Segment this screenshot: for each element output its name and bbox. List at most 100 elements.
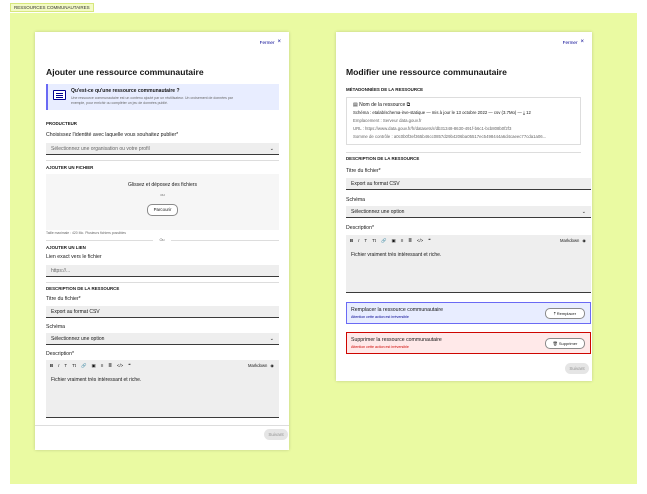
description-editor[interactable]: B I T Tt 🔗 ▣ ≡ ≣ </> ❝ Markdown ◉ Fichie… xyxy=(46,360,279,418)
code-icon[interactable]: </> xyxy=(117,363,123,369)
callout-text-2: exemple, pour enrichir ou compléter un j… xyxy=(71,101,168,105)
eye-icon: ◉ xyxy=(582,238,586,243)
schema-label: Schéma xyxy=(46,324,66,330)
resource-name-text: Nom de la ressource xyxy=(359,102,406,108)
dropzone-or: ou xyxy=(160,193,165,197)
schema-select[interactable]: Sélectionnez une option ⌄ xyxy=(46,333,279,345)
text-size-button[interactable]: Tt xyxy=(372,238,376,244)
producer-section-title: Producteur xyxy=(46,121,77,126)
description-editor[interactable]: B I T Tt 🔗 ▣ ≡ ≣ </> ❝ Markdown ◉ Fichie… xyxy=(346,235,591,293)
markdown-label: Markdown xyxy=(248,363,268,368)
modal-title: Modifier une ressource communautaire xyxy=(346,67,507,77)
delete-button[interactable]: 🗑 Supprimer xyxy=(545,338,585,349)
divider xyxy=(171,240,279,241)
title-label: Titre du fichier* xyxy=(46,296,81,302)
eye-icon: ◉ xyxy=(270,363,274,368)
producer-select-value: Sélectionnez une organisation ou votre p… xyxy=(51,146,150,152)
delete-title: Supprimer la ressource communautaire xyxy=(351,337,442,343)
submit-button[interactable]: Suivant xyxy=(264,429,288,440)
numbered-list-icon[interactable]: ≣ xyxy=(408,238,412,244)
image-icon[interactable]: ▣ xyxy=(91,363,95,369)
file-section-title: Ajouter un fichier xyxy=(46,165,94,170)
markdown-label: Markdown xyxy=(560,238,580,243)
bullet-list-icon[interactable]: ≡ xyxy=(101,363,104,369)
description-text: Fichier vraiment très intéressant et ric… xyxy=(51,377,142,383)
metadata-section-title: Métadonnées de la ressource xyxy=(346,87,424,92)
add-resource-modal: Fermer × Ajouter une ressource communaut… xyxy=(35,32,289,450)
copy-icon[interactable]: ⧉ xyxy=(405,102,411,108)
divider xyxy=(346,152,581,153)
file-dropzone[interactable]: Glissez et déposez des fichiers ou Parco… xyxy=(46,174,279,230)
markdown-toggle[interactable]: Markdown ◉ xyxy=(248,363,274,368)
metadata-box: ▤ Nom de la ressource ⧉ Schéma : etalab/… xyxy=(346,97,581,145)
schema-line: Schéma : etalab/schema-irve-statique — m… xyxy=(353,110,531,115)
close-icon: × xyxy=(277,39,281,45)
bold-button[interactable]: B xyxy=(50,363,53,369)
chevron-down-icon: ⌄ xyxy=(581,209,586,215)
title-label: Titre du fichier* xyxy=(346,168,381,174)
heading-button[interactable]: T xyxy=(364,238,367,244)
replace-panel: Remplacer la ressource communautaire Att… xyxy=(346,302,591,324)
callout-text-1: Une ressource communautaire est un conte… xyxy=(71,96,233,100)
frame-tag: RESSOURCES COMMUNAUTAIRES xyxy=(10,3,94,12)
replace-title: Remplacer la ressource communautaire xyxy=(351,307,443,313)
edit-resource-modal: Fermer × Modifier une ressource communau… xyxy=(336,32,592,381)
close-button[interactable]: Fermer × xyxy=(563,39,584,45)
or-separator: Ou xyxy=(159,238,165,242)
dropzone-title: Glissez et déposez des fichiers xyxy=(128,182,197,188)
markdown-toggle[interactable]: Markdown ◉ xyxy=(560,238,586,243)
checksum-line: Somme de contrôle : a0c0b0f3ef365b46cc08… xyxy=(353,134,547,139)
bold-button[interactable]: B xyxy=(350,238,353,244)
close-button[interactable]: Fermer × xyxy=(260,39,281,45)
producer-label: Choisissez l'identité avec laquelle vous… xyxy=(46,132,179,138)
title-input[interactable]: Export au format CSV xyxy=(346,178,591,190)
modal-title: Ajouter une ressource communautaire xyxy=(46,67,204,77)
italic-button[interactable]: I xyxy=(58,363,59,369)
description-section-title: Description de la ressource xyxy=(46,286,120,291)
delete-warning: Attention cette action est irréversible xyxy=(351,345,409,349)
italic-button[interactable]: I xyxy=(358,238,359,244)
quote-icon[interactable]: ❝ xyxy=(128,363,130,369)
divider xyxy=(46,160,279,161)
description-label: Description* xyxy=(46,351,74,357)
link-icon[interactable]: 🔗 xyxy=(81,363,86,369)
editor-toolbar: B I T Tt 🔗 ▣ ≡ ≣ </> ❝ xyxy=(50,363,131,369)
title-input[interactable]: Export au format CSV xyxy=(46,306,279,318)
submit-button[interactable]: Suivant xyxy=(565,363,589,374)
url-line[interactable]: URL : https://www.data.gouv.fr/fr/datase… xyxy=(353,126,511,131)
link-icon[interactable]: 🔗 xyxy=(381,238,386,244)
divider xyxy=(46,282,279,283)
callout-title: Qu'est-ce qu'une ressource communautaire… xyxy=(71,88,180,94)
bullet-list-icon[interactable]: ≡ xyxy=(401,238,404,244)
code-icon[interactable]: </> xyxy=(417,238,423,244)
heading-button[interactable]: T xyxy=(64,363,67,369)
description-label: Description* xyxy=(346,225,374,231)
replace-warning: Attention cette action est irréversible xyxy=(351,315,409,319)
quote-icon[interactable]: ❝ xyxy=(428,238,430,244)
file-size-hint: Taille maximale : 420 Mo. Plusieurs fich… xyxy=(46,231,126,235)
close-icon: × xyxy=(580,39,584,45)
browse-button[interactable]: Parcourir xyxy=(147,204,178,216)
image-icon[interactable]: ▣ xyxy=(391,238,395,244)
close-label: Fermer xyxy=(259,39,275,45)
numbered-list-icon[interactable]: ≣ xyxy=(108,363,112,369)
schema-select[interactable]: Sélectionnez une option ⌄ xyxy=(346,206,591,218)
description-section-title: Description de la ressource xyxy=(346,156,420,161)
link-section-title: Ajouter un lien xyxy=(46,245,86,250)
description-text: Fichier vraiment très intéressant et ric… xyxy=(351,252,442,258)
close-label: Fermer xyxy=(562,39,578,45)
resource-name-label: ▤ Nom de la ressource ⧉ xyxy=(353,102,410,108)
schema-label: Schéma xyxy=(346,197,366,203)
delete-panel: Supprimer la ressource communautaire Att… xyxy=(346,332,591,354)
divider xyxy=(46,240,153,241)
toolbox-icon xyxy=(53,90,66,100)
chevron-down-icon: ⌄ xyxy=(269,146,274,152)
producer-select[interactable]: Sélectionnez une organisation ou votre p… xyxy=(46,143,279,155)
footer-divider xyxy=(35,425,289,426)
replace-button[interactable]: ⤒ Remplacer xyxy=(545,308,585,319)
location-line: Emplacement : Serveur data.gouv.fr xyxy=(353,118,422,123)
editor-toolbar: B I T Tt 🔗 ▣ ≡ ≣ </> ❝ xyxy=(350,238,431,244)
text-size-button[interactable]: Tt xyxy=(72,363,76,369)
link-input[interactable]: https://... xyxy=(46,265,279,277)
info-callout: Qu'est-ce qu'une ressource communautaire… xyxy=(46,84,279,110)
